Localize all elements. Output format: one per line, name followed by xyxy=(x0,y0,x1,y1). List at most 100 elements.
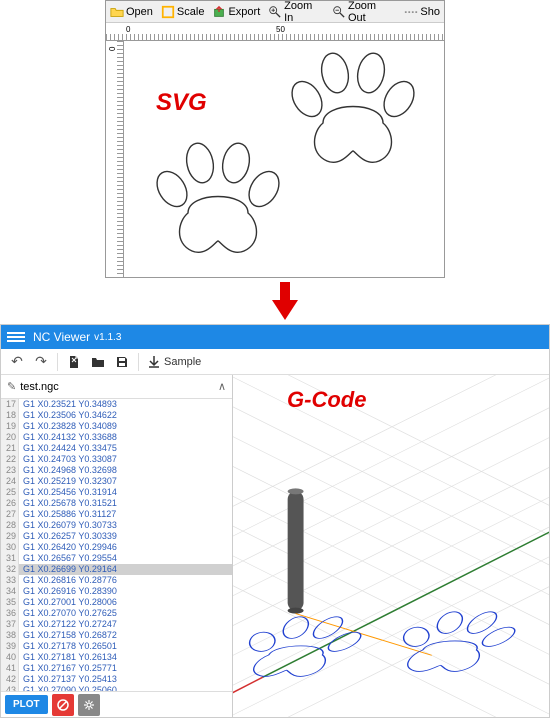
gcode-3d-svg xyxy=(233,375,549,717)
line-number: 30 xyxy=(1,542,19,553)
gcode-3d-view[interactable]: G-Code xyxy=(233,375,549,717)
zoom-out-label: Zoom Out xyxy=(348,0,396,24)
line-number: 28 xyxy=(1,520,19,531)
sample-label: Sample xyxy=(164,356,201,368)
line-content: G1 X0.24968 Y0.32698 xyxy=(19,465,117,476)
line-content: G1 X0.27178 Y0.26501 xyxy=(19,641,117,652)
zoom-out-button[interactable]: Zoom Out xyxy=(328,1,400,22)
sample-button[interactable]: Sample xyxy=(143,355,205,369)
code-row[interactable]: 30G1 X0.26420 Y0.29946 xyxy=(1,542,232,553)
code-row[interactable]: 24G1 X0.25219 Y0.32307 xyxy=(1,476,232,487)
line-content: G1 X0.26420 Y0.29946 xyxy=(19,542,117,553)
line-number: 18 xyxy=(1,410,19,421)
show-label: Sho xyxy=(420,6,440,18)
ruler-vertical: 0 xyxy=(106,41,124,277)
line-number: 27 xyxy=(1,509,19,520)
code-row[interactable]: 17G1 X0.23521 Y0.34893 xyxy=(1,399,232,410)
ruler-tick-label: 0 xyxy=(108,47,117,51)
code-row[interactable]: 34G1 X0.26916 Y0.28390 xyxy=(1,586,232,597)
plot-button[interactable]: PLOT xyxy=(5,695,48,714)
code-panel: ✎ test.ngc ∧ 17G1 X0.23521 Y0.3489318G1 … xyxy=(1,375,233,717)
code-row[interactable]: 33G1 X0.26816 Y0.28776 xyxy=(1,575,232,586)
tool-cylinder xyxy=(288,488,304,613)
code-row[interactable]: 18G1 X0.23506 Y0.34622 xyxy=(1,410,232,421)
code-row[interactable]: 36G1 X0.27070 Y0.27625 xyxy=(1,608,232,619)
line-number: 38 xyxy=(1,630,19,641)
line-content: G1 X0.27167 Y0.25771 xyxy=(19,663,117,674)
code-row[interactable]: 35G1 X0.27001 Y0.28006 xyxy=(1,597,232,608)
line-number: 25 xyxy=(1,487,19,498)
filename-bar: ✎ test.ngc ∧ xyxy=(1,375,232,399)
chevron-up-icon[interactable]: ∧ xyxy=(218,380,226,393)
scale-button[interactable]: Scale xyxy=(157,1,209,22)
paw-shape xyxy=(144,141,294,276)
code-row[interactable]: 28G1 X0.26079 Y0.30733 xyxy=(1,520,232,531)
code-row[interactable]: 25G1 X0.25456 Y0.31914 xyxy=(1,487,232,498)
settings-button[interactable] xyxy=(78,694,100,716)
code-row[interactable]: 37G1 X0.27122 Y0.27247 xyxy=(1,619,232,630)
code-row[interactable]: 31G1 X0.26567 Y0.29554 xyxy=(1,553,232,564)
code-row[interactable]: 39G1 X0.27178 Y0.26501 xyxy=(1,641,232,652)
nc-version: v1.1.3 xyxy=(94,332,121,343)
line-number: 41 xyxy=(1,663,19,674)
line-content: G1 X0.27122 Y0.27247 xyxy=(19,619,117,630)
code-row[interactable]: 38G1 X0.27158 Y0.26872 xyxy=(1,630,232,641)
code-row[interactable]: 42G1 X0.27137 Y0.25413 xyxy=(1,674,232,685)
code-row[interactable]: 20G1 X0.24132 Y0.33688 xyxy=(1,432,232,443)
arrow-down-icon xyxy=(270,282,300,320)
open-button[interactable]: Open xyxy=(106,1,157,22)
line-number: 21 xyxy=(1,443,19,454)
line-number: 23 xyxy=(1,465,19,476)
svg-overlay-label: SVG xyxy=(156,89,207,117)
line-number: 29 xyxy=(1,531,19,542)
code-list[interactable]: 17G1 X0.23521 Y0.3489318G1 X0.23506 Y0.3… xyxy=(1,399,232,691)
line-number: 32 xyxy=(1,564,19,575)
line-content: G1 X0.27181 Y0.26134 xyxy=(19,652,117,663)
nc-title: NC Viewer xyxy=(33,330,90,344)
line-content: G1 X0.27001 Y0.28006 xyxy=(19,597,117,608)
code-row[interactable]: 21G1 X0.24424 Y0.33475 xyxy=(1,443,232,454)
line-number: 35 xyxy=(1,597,19,608)
hamburger-menu-icon[interactable] xyxy=(7,328,25,346)
code-row[interactable]: 19G1 X0.23828 Y0.34089 xyxy=(1,421,232,432)
export-icon xyxy=(212,5,226,19)
ruler-tick-label: 50 xyxy=(276,25,285,34)
edit-icon[interactable]: ✎ xyxy=(7,380,16,393)
code-row[interactable]: 23G1 X0.24968 Y0.32698 xyxy=(1,465,232,476)
code-row[interactable]: 40G1 X0.27181 Y0.26134 xyxy=(1,652,232,663)
new-file-button[interactable] xyxy=(62,351,86,373)
open-file-button[interactable] xyxy=(86,351,110,373)
code-row[interactable]: 41G1 X0.27167 Y0.25771 xyxy=(1,663,232,674)
scale-icon xyxy=(161,5,175,19)
redo-button[interactable]: ↷ xyxy=(29,351,53,373)
show-button[interactable]: Sho xyxy=(400,1,444,22)
line-number: 17 xyxy=(1,399,19,410)
line-content: G1 X0.25886 Y0.31127 xyxy=(19,509,116,520)
line-content: G1 X0.26699 Y0.29164 xyxy=(19,564,117,575)
open-label: Open xyxy=(126,6,153,18)
svg-editor: Open Scale Export Zoom In Zoom Out Sho 0… xyxy=(105,0,445,278)
save-button[interactable] xyxy=(110,351,134,373)
line-content: G1 X0.25678 Y0.31521 xyxy=(19,498,117,509)
code-row[interactable]: 32G1 X0.26699 Y0.29164 xyxy=(1,564,232,575)
clear-button[interactable] xyxy=(52,694,74,716)
zoom-in-label: Zoom In xyxy=(284,0,324,24)
code-row[interactable]: 29G1 X0.26257 Y0.30339 xyxy=(1,531,232,542)
line-content: G1 X0.26816 Y0.28776 xyxy=(19,575,117,586)
line-number: 39 xyxy=(1,641,19,652)
code-row[interactable]: 22G1 X0.24703 Y0.33087 xyxy=(1,454,232,465)
undo-button[interactable]: ↶ xyxy=(5,351,29,373)
code-row[interactable]: 27G1 X0.25886 Y0.31127 xyxy=(1,509,232,520)
line-number: 19 xyxy=(1,421,19,432)
line-content: G1 X0.26079 Y0.30733 xyxy=(19,520,117,531)
line-number: 22 xyxy=(1,454,19,465)
zoom-in-button[interactable]: Zoom In xyxy=(264,1,328,22)
line-content: G1 X0.27137 Y0.25413 xyxy=(19,674,117,685)
ruler-horizontal: 0 50 xyxy=(106,23,444,41)
export-button[interactable]: Export xyxy=(208,1,264,22)
line-number: 34 xyxy=(1,586,19,597)
code-row[interactable]: 26G1 X0.25678 Y0.31521 xyxy=(1,498,232,509)
dashed-line-icon xyxy=(404,5,418,19)
svg-canvas[interactable]: SVG xyxy=(124,41,444,277)
export-label: Export xyxy=(228,6,260,18)
